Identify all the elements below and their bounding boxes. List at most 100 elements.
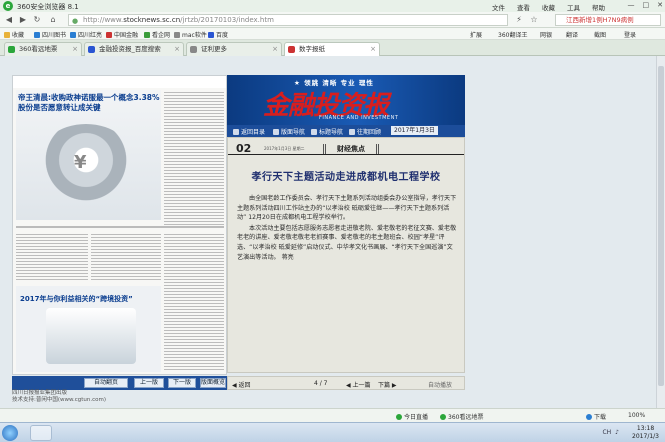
site-icon [106, 31, 112, 38]
close-icon[interactable]: ✕ [657, 1, 663, 9]
ext-login[interactable]: 登录 [624, 30, 636, 39]
tab-more[interactable]: 证利更多 × [186, 42, 282, 56]
tab-baidu-search[interactable]: 金融投资报_百度搜索 × [84, 42, 184, 56]
ext-screenshot[interactable]: 截图 [594, 30, 606, 39]
forward-icon[interactable]: ▶ [17, 14, 29, 26]
tab-digital-newspaper[interactable]: 数字报纸 × [284, 42, 380, 56]
article-panel: 02 2017年1月3日 星期二 财经焦点 孝行天下主题活动走进成都机电工程学校… [227, 137, 465, 373]
fav-item-sichuan-books[interactable]: 四川图书 [34, 30, 66, 39]
search-input[interactable]: 江西新增1例H7N9病例 [555, 14, 661, 26]
back-icon[interactable]: ◀ [3, 14, 15, 26]
fav-item-collect[interactable]: 收藏 [4, 30, 24, 39]
menu-help[interactable]: 帮助 [592, 2, 605, 12]
close-icon[interactable]: × [72, 43, 78, 55]
paw-icon [208, 31, 214, 38]
url-field[interactable]: ● http://www.stocknews.sc.cn/jrtzb/201701… [68, 14, 508, 26]
url-domain: stocknews.sc.cn [123, 16, 181, 24]
next-page-button[interactable]: 下一版 [168, 378, 196, 388]
prev-page-button[interactable]: 上一版 [134, 378, 164, 388]
maximize-icon[interactable]: □ [643, 1, 650, 9]
tab-label: 360看远地票 [19, 45, 58, 53]
yuan-symbol: ¥ [74, 152, 87, 173]
thumb-story-bottom[interactable]: 2017年与你利益相关的“跨境投资” [16, 286, 161, 372]
status-live[interactable]: 今日直播 [396, 412, 428, 421]
status-360[interactable]: 360看远地票 [440, 412, 483, 421]
thumb-column-text [91, 232, 161, 282]
close-icon[interactable]: × [370, 43, 376, 55]
ext-360[interactable]: 360翻译王 [498, 30, 527, 39]
return-button[interactable]: ◀ 返回 [232, 380, 251, 389]
lightning-icon[interactable]: ⚡ [513, 14, 525, 26]
nav-label: 标题导航 [319, 129, 344, 136]
nav-past-issues[interactable]: 往期回顾 [349, 127, 381, 136]
fav-label: 四川红亮 [78, 32, 103, 39]
input-language[interactable]: CH [602, 429, 611, 436]
section-title: 财经焦点 [323, 144, 379, 154]
star-icon[interactable]: ☆ [528, 14, 540, 26]
thumb-story-top[interactable]: 帝王清晨:收购政神诺服最一个概念3.38%股份是否愿意转让成关键 ¥ [16, 90, 161, 220]
favorites-bar: 收藏 四川图书 四川红亮 中国金融 看企网 mac软件 百度 扩展 360翻译王… [0, 28, 665, 40]
scroll-thumb[interactable] [658, 66, 664, 386]
tab-icon [288, 46, 295, 53]
ext-bank[interactable]: 网银 [540, 30, 552, 39]
status-download[interactable]: 下载 [586, 412, 606, 421]
start-button[interactable] [2, 425, 18, 441]
close-icon[interactable]: × [272, 43, 278, 55]
ext-label: 360翻译王 [498, 32, 528, 39]
calendar-icon [349, 128, 355, 135]
home-icon[interactable]: ⌂ [47, 14, 59, 26]
menu-tools[interactable]: 工具 [567, 2, 580, 12]
fav-label: 中国金融 [114, 32, 139, 39]
refresh-icon[interactable]: ↻ [31, 14, 43, 26]
download-icon [586, 413, 592, 420]
close-icon[interactable]: × [174, 43, 180, 55]
page-thumbnail[interactable]: 帝王清晨:收购政神诺服最一个概念3.38%股份是否愿意转让成关键 ¥ 2017年… [12, 75, 227, 375]
nav-back-to-index[interactable]: 返回目录 [233, 127, 265, 136]
menu-file[interactable]: 文件 [492, 2, 505, 12]
tab-label: 数字报纸 [299, 45, 325, 53]
layout-overview-button[interactable]: 版面概览 [200, 378, 226, 388]
article-paragraph: 由全国老龄工作委员会、孝行天下主题系列活动组委会办公室指导，孝行天下主题系列活动… [237, 195, 457, 222]
ext-translate[interactable]: 翻译 [566, 30, 578, 39]
thumb-column-text [164, 90, 224, 225]
tech-support-text: 技术支持:普闲中国(www.cgtun.com) [12, 397, 107, 403]
publisher-text: 四川日报报业集团出版 [12, 390, 68, 396]
vertical-scrollbar[interactable] [656, 56, 665, 408]
fav-item-mac[interactable]: mac软件 [174, 30, 207, 39]
menu-favorites[interactable]: 收藏 [542, 2, 555, 12]
page-icon: ● [72, 17, 79, 25]
tab-bar: 360看远地票 × 金融投资报_百度搜索 × 证利更多 × 数字报纸 × [0, 40, 665, 56]
fav-item-sichuan-red[interactable]: 四川红亮 [70, 30, 102, 39]
page-header: 02 2017年1月3日 星期二 财经焦点 [228, 141, 464, 155]
autoplay-button[interactable]: 自动播放 [428, 380, 452, 389]
nav-layout-guide[interactable]: 版面导航 [273, 127, 305, 136]
menu-view[interactable]: 查看 [517, 2, 530, 12]
clock-time: 13:18 [636, 425, 655, 432]
nav-label: 往期回顾 [357, 129, 382, 136]
thumb-headline-2: 2017年与你利益相关的“跨境投资” [20, 295, 133, 303]
prev-article-button[interactable]: ◀ 上一篇 [346, 380, 371, 389]
next-article-button[interactable]: 下篇 ▶ [378, 380, 397, 389]
tab-360[interactable]: 360看远地票 × [4, 42, 82, 56]
fav-item-kanqi[interactable]: 看企网 [144, 30, 170, 39]
auto-page-button[interactable]: 自动翻页 [84, 378, 128, 388]
url-path: /jrtzb/20170103/index.htm [180, 16, 274, 24]
fav-item-china-finance[interactable]: 中国金融 [106, 30, 138, 39]
thumb-column-text [16, 232, 88, 282]
taskbar-app-browser[interactable] [30, 425, 52, 441]
tab-label: 金融投资报_百度搜索 [99, 45, 161, 53]
ext-expand[interactable]: 扩展 [470, 30, 482, 39]
prev-label: 上一篇 [352, 382, 371, 389]
volume-icon[interactable]: ♪ [615, 429, 619, 436]
apple-icon [174, 31, 180, 38]
thumb-footer: 四川日报报业集团出版 技术支持:普闲中国(www.cgtun.com) [12, 390, 106, 404]
fav-label: 百度 [216, 32, 229, 39]
browser-titlebar: e 360安全浏览器 8.1 文件 查看 收藏 工具 帮助 — □ ✕ [0, 0, 665, 12]
minimize-icon[interactable]: — [628, 1, 635, 9]
fav-item-baidu[interactable]: 百度 [208, 30, 228, 39]
newspaper-nav: 返回目录 版面导航 标题导航 往期回顾 2017年1月3日 [227, 125, 465, 137]
clock[interactable]: 13:18 2017/1/3 [632, 425, 659, 441]
nav-title-guide[interactable]: 标题导航 [311, 127, 343, 136]
status-zoom[interactable]: 100% [628, 412, 645, 419]
browser-logo-icon: e [3, 1, 13, 11]
